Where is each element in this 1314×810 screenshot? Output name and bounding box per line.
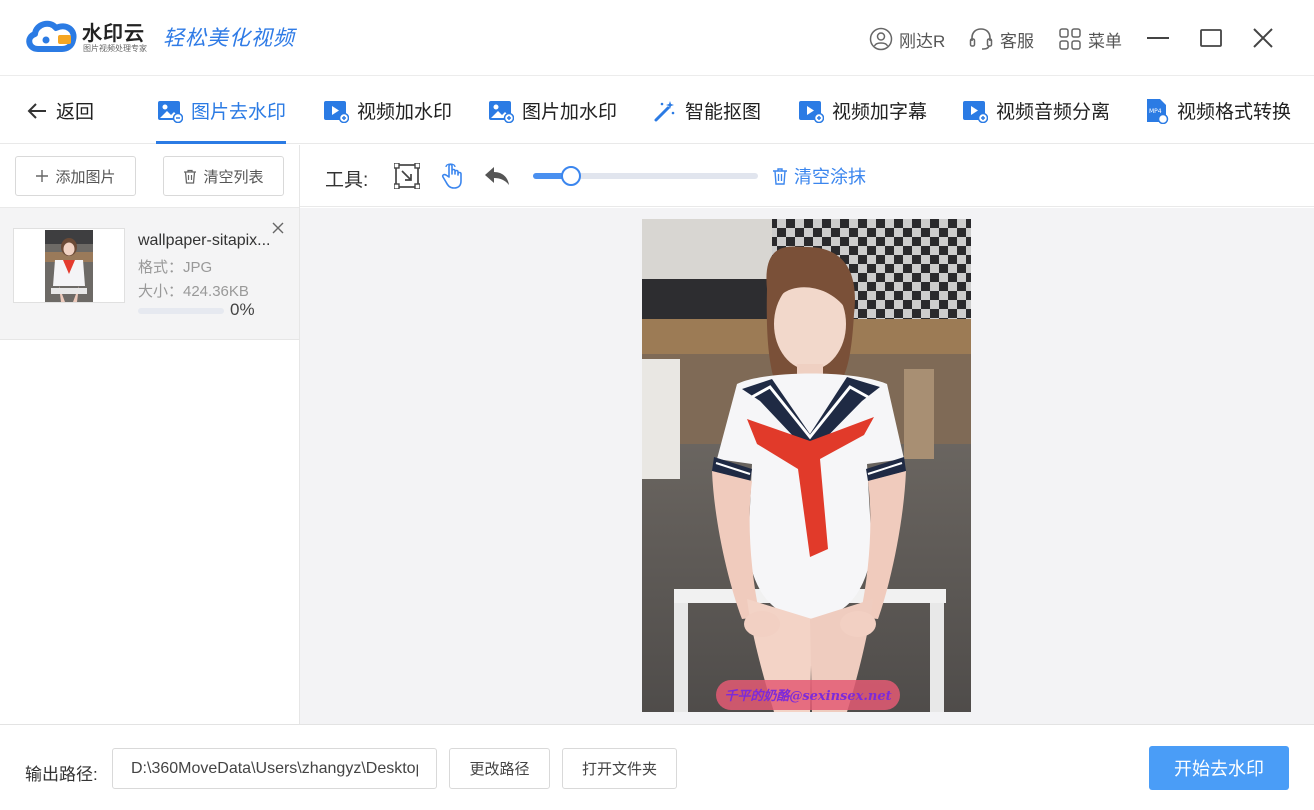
undo-icon	[485, 167, 509, 185]
video-icon	[963, 100, 988, 123]
start-remove-watermark-button[interactable]: 开始去水印	[1149, 746, 1289, 790]
grid-menu-icon	[1059, 28, 1081, 50]
plus-icon	[36, 170, 49, 182]
file-name: wallpaper-sitapix...	[138, 232, 271, 249]
selection-box-icon	[394, 163, 420, 189]
image-icon	[158, 100, 183, 123]
remove-file-icon[interactable]	[270, 220, 286, 236]
watermark-text: 千平的奶酪@sexinsex.net	[724, 688, 891, 704]
tab-label: 视频加水印	[357, 102, 453, 123]
svg-text:MP4: MP4	[1149, 108, 1162, 115]
file-list-item[interactable]: wallpaper-sitapix... 格式：JPG 大小：424.36KB …	[0, 208, 299, 340]
menu-button[interactable]: 菜单	[1058, 24, 1122, 54]
service-label: 客服	[1000, 31, 1034, 51]
tab-label: 图片去水印	[191, 102, 287, 123]
cloud-logo-icon	[26, 20, 77, 52]
tab-label: 视频音频分离	[996, 102, 1111, 123]
tab-video-audio-split[interactable]: 视频音频分离	[962, 77, 1110, 144]
user-account-button[interactable]: 刚达R	[869, 24, 945, 54]
file-list-sidebar: 添加图片 清空列表 wallpaper-sitapix... 格式：JPG 大小…	[0, 145, 300, 725]
close-window-button[interactable]	[1247, 22, 1279, 54]
close-icon	[1253, 28, 1273, 48]
output-path-input[interactable]	[112, 748, 437, 789]
title-bar: 水印云 图片视频处理专家 轻松美化视频 刚达R 客服 菜单	[0, 0, 1314, 76]
active-tab-indicator	[156, 141, 286, 144]
tools-label: 工具:	[325, 170, 369, 191]
back-label: 返回	[56, 102, 95, 123]
tab-label: 视频加字幕	[832, 102, 928, 123]
mp4-file-icon: MP4	[1147, 98, 1169, 124]
file-thumbnail	[13, 228, 125, 303]
back-button[interactable]: 返回	[26, 77, 94, 144]
trash-icon	[184, 169, 197, 184]
arrow-left-icon	[27, 102, 46, 119]
clear-list-button[interactable]: 清空列表	[163, 156, 284, 196]
tab-label: 图片加水印	[522, 102, 618, 123]
change-path-button[interactable]: 更改路径	[449, 748, 550, 789]
video-icon	[799, 100, 824, 123]
slogan: 轻松美化视频	[163, 26, 295, 50]
minimize-icon	[1147, 37, 1169, 39]
add-image-button[interactable]: 添加图片	[15, 156, 136, 196]
add-image-label: 添加图片	[55, 168, 116, 186]
maximize-icon	[1200, 29, 1222, 47]
customer-service-button[interactable]: 客服	[968, 24, 1034, 54]
hand-pan-tool[interactable]	[439, 162, 467, 190]
file-size: 大小：424.36KB	[138, 283, 249, 300]
output-bar: 输出路径: 更改路径 打开文件夹 开始去水印	[0, 724, 1314, 810]
slider-thumb[interactable]	[561, 166, 582, 186]
user-name: 刚达R	[899, 31, 946, 51]
tab-video-add-watermark[interactable]: 视频加水印	[323, 77, 452, 144]
image-icon	[489, 100, 514, 123]
user-icon	[869, 27, 893, 51]
thumbnail-image	[45, 229, 93, 302]
hand-pointer-icon	[441, 163, 462, 189]
tab-image-add-watermark[interactable]: 图片加水印	[488, 77, 617, 144]
file-progress-bar	[138, 308, 224, 314]
preview-canvas[interactable]: 千平的奶酪@sexinsex.net	[300, 208, 1314, 724]
maximize-button[interactable]	[1195, 22, 1227, 54]
tab-smart-cutout[interactable]: 智能抠图	[653, 77, 761, 144]
brand-subtitle: 图片视频处理专家	[83, 44, 147, 53]
tab-label: 智能抠图	[685, 102, 762, 123]
minimize-button[interactable]	[1142, 22, 1174, 54]
magic-wand-icon	[654, 100, 675, 121]
tab-image-remove-watermark[interactable]: 图片去水印	[157, 77, 286, 144]
tab-label: 视频格式转换	[1177, 102, 1292, 123]
edit-toolbar: 工具: 清空涂抹	[300, 145, 1314, 207]
clear-brush-label: 清空涂抹	[794, 167, 866, 187]
menu-label: 菜单	[1088, 31, 1122, 51]
clear-brush-button[interactable]: 清空涂抹	[772, 163, 866, 189]
file-progress-text: 0%	[230, 300, 255, 319]
undo-tool[interactable]	[483, 162, 511, 190]
tab-video-add-subtitle[interactable]: 视频加字幕	[798, 77, 927, 144]
headset-icon	[969, 28, 993, 50]
selection-box-tool[interactable]	[393, 162, 421, 190]
tab-video-format-convert[interactable]: MP4 视频格式转换	[1145, 77, 1291, 144]
preview-photo: 千平的奶酪@sexinsex.net	[642, 219, 971, 712]
trash-icon	[773, 168, 787, 185]
brand-name: 水印云	[82, 23, 145, 45]
output-path-label: 输出路径:	[25, 765, 98, 784]
file-format: 格式：JPG	[138, 259, 213, 276]
clear-list-label: 清空列表	[203, 168, 264, 186]
video-icon	[324, 100, 349, 123]
tool-nav-bar: 返回 图片去水印 视频加水印 图片加水印 智能抠图 视频加字幕 视频音频分离 M…	[0, 77, 1314, 144]
brush-size-slider[interactable]	[533, 166, 758, 186]
open-folder-button[interactable]: 打开文件夹	[562, 748, 677, 789]
